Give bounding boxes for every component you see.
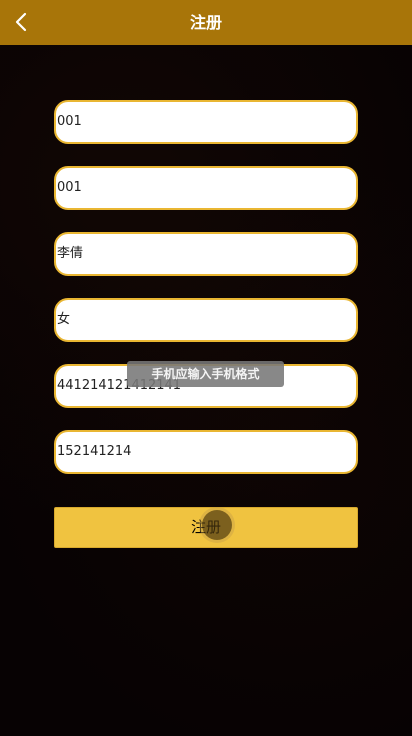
register-button[interactable]: 注册: [54, 507, 358, 548]
id-number-field[interactable]: 441214121412141: [54, 364, 358, 408]
gender-field[interactable]: 女: [54, 298, 358, 342]
account-field[interactable]: 001: [54, 100, 358, 144]
name-field[interactable]: 李倩: [54, 232, 358, 276]
page-title: 注册: [189, 13, 222, 32]
app-header: 注册: [0, 0, 412, 45]
phone-field[interactable]: 152141214: [54, 430, 358, 474]
password-field[interactable]: 001: [54, 166, 358, 210]
